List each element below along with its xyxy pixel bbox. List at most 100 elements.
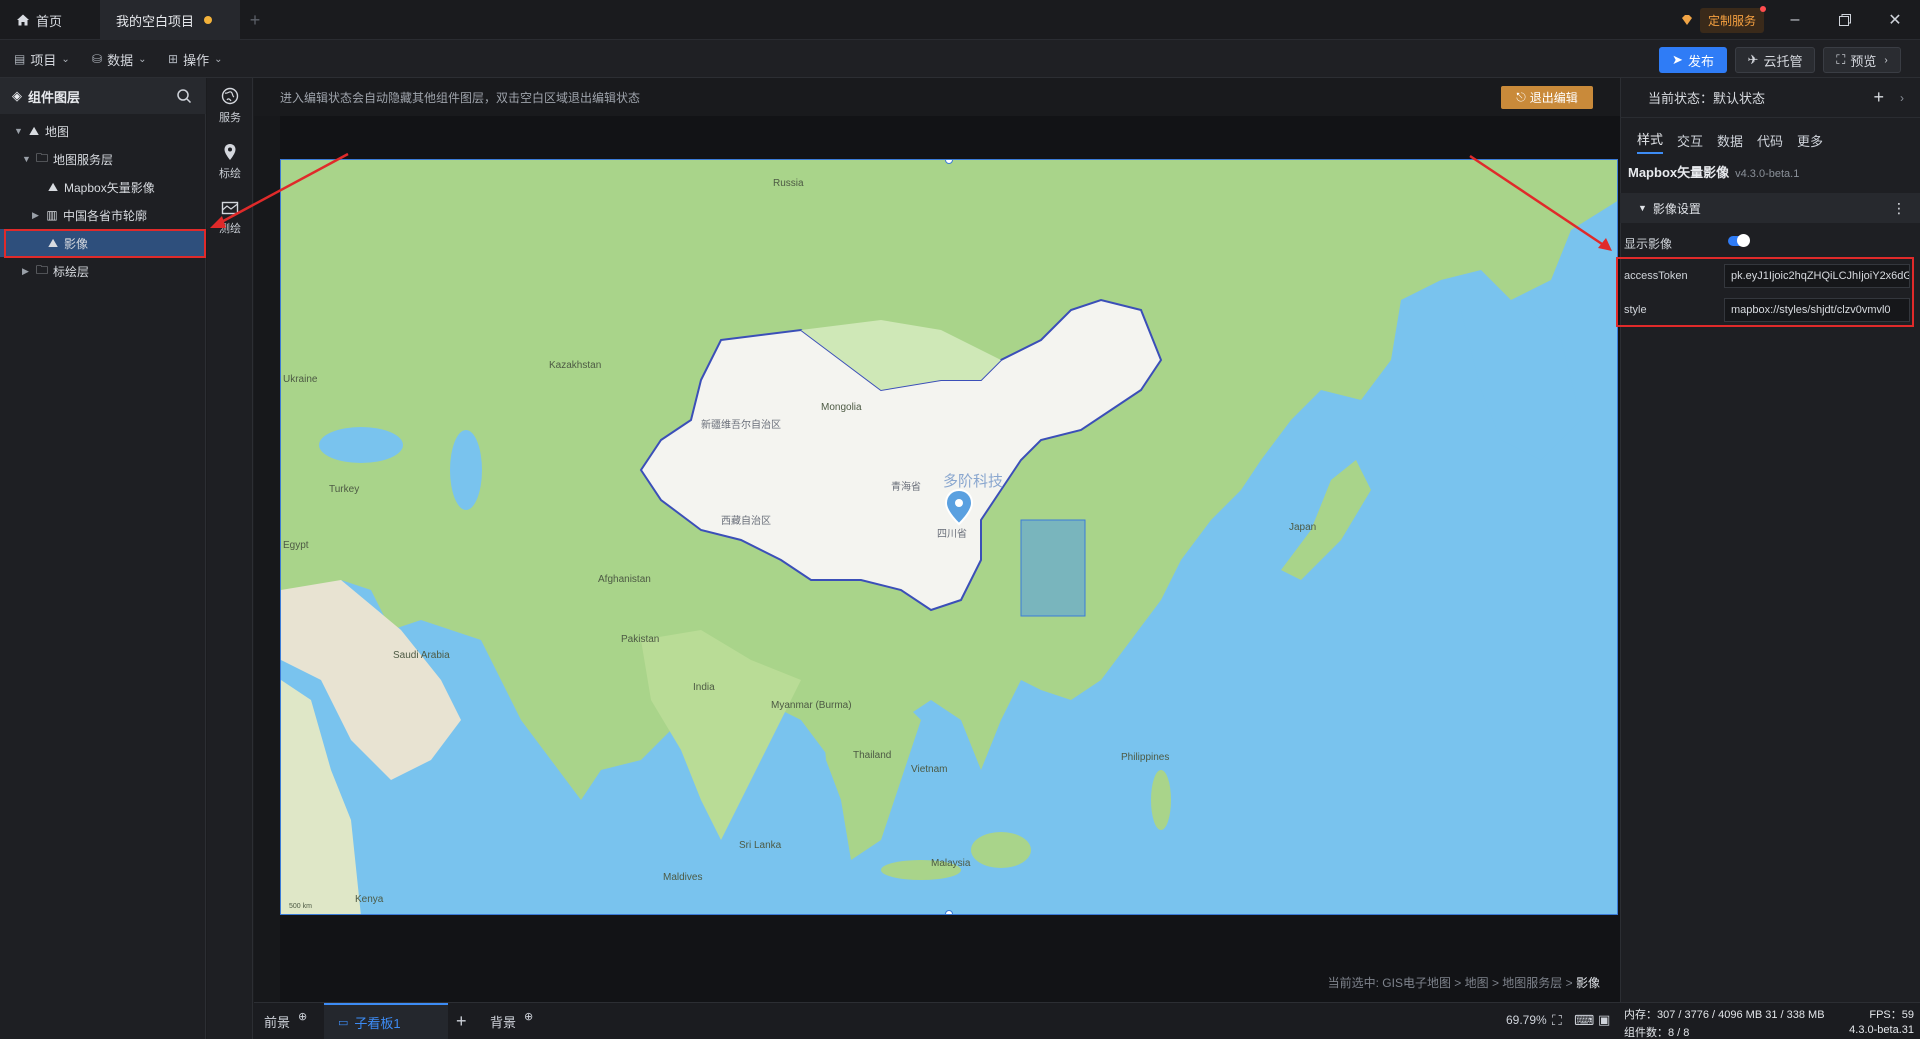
section-title: 影像设置 — [1652, 201, 1701, 216]
tool-service[interactable]: 服务 — [207, 78, 253, 134]
cloud-hosting-button[interactable]: ✈ 云托管 — [1735, 47, 1815, 73]
tab-project-label: 我的空白项目 — [116, 13, 195, 29]
breadcrumb-current: 影像 — [1575, 976, 1600, 990]
highlight-box-token-style — [1616, 257, 1914, 327]
terminal-icon[interactable]: ▣ — [1598, 1012, 1610, 1028]
map-pin-icon — [224, 144, 236, 160]
label-japan: Japan — [1289, 522, 1316, 533]
map-image: Russia Kazakhstan Mongolia India Saudi A… — [281, 160, 1617, 914]
caret-right-icon: ▶ — [22, 265, 29, 276]
restore-button[interactable] — [1825, 0, 1865, 40]
status-bar: 内存：307 / 3776 / 4096 MB 31 / 338 MB FPS：… — [1620, 1002, 1920, 1039]
add-circle-icon[interactable]: ⊕ — [298, 1010, 307, 1023]
label-ukraine: Ukraine — [283, 374, 318, 385]
chevron-down-icon: ⌄ — [214, 53, 223, 65]
label-sri-lanka: Sri Lanka — [739, 840, 782, 851]
menu-operate-label: 操作 — [183, 52, 210, 68]
edit-hint-bar: 进入编辑状态会自动隐藏其他组件图层，双击空白区域退出编辑状态 — [254, 78, 1620, 116]
tool-measure-label: 测绘 — [219, 223, 241, 235]
monitor-icon: ▭ — [338, 1017, 349, 1029]
breadcrumb-path: 当前选中: GIS电子地图 > 地图 > 地图服务层 > — [1327, 976, 1576, 990]
menu-data-label: 数据 — [107, 52, 134, 68]
tree-item-province-outline[interactable]: ▶ ▥ 中国各省市轮廓 — [0, 201, 206, 229]
preview-button[interactable]: ⛶ 预览 › — [1823, 47, 1901, 73]
add-board-button[interactable]: + — [456, 1003, 467, 1039]
menu-data[interactable]: ⛁ 数据 ⌄ — [92, 40, 146, 78]
globe-icon — [221, 87, 239, 105]
menu-bar: ▤ 项目 ⌄ ⛁ 数据 ⌄ ⊞ 操作 ⌄ — [0, 40, 1920, 78]
minimize-icon: – — [1790, 11, 1800, 28]
menu-operate[interactable]: ⊞ 操作 ⌄ — [168, 40, 222, 78]
tab-interaction[interactable]: 交互 — [1677, 126, 1703, 154]
tool-marker[interactable]: 标绘 — [207, 134, 253, 190]
tab-subboard[interactable]: ▭ 子看板1 — [324, 1003, 448, 1039]
menu-project[interactable]: ▤ 项目 ⌄ — [14, 40, 70, 78]
tool-measure[interactable]: 测绘 — [207, 190, 253, 246]
caspian-sea — [450, 430, 482, 510]
custom-service-button[interactable]: 定制服务 — [1680, 5, 1767, 33]
layers-title: 组件图层 — [28, 89, 81, 105]
title-bar: 首页 我的空白项目 + 定制服务 – ✕ — [0, 0, 1920, 40]
show-image-label: 显示影像 — [1624, 237, 1673, 251]
tab-foreground[interactable]: 前景 ⊕ — [264, 1003, 307, 1039]
exit-icon: ⎋ — [1516, 90, 1526, 104]
minimize-button[interactable]: – — [1775, 0, 1815, 40]
show-image-toggle[interactable] — [1728, 234, 1750, 247]
borneo-land — [971, 832, 1031, 868]
caret-down-icon: ▼ — [22, 154, 31, 164]
paper-plane-icon: ✈ — [1747, 52, 1759, 67]
tab-background[interactable]: 背景 ⊕ — [490, 1003, 533, 1039]
more-vertical-icon[interactable]: ⋮ — [1892, 200, 1906, 217]
label-russia: Russia — [773, 178, 804, 189]
fullscreen-icon: ⛶ — [1836, 52, 1846, 67]
add-state-icon[interactable]: + — [1873, 87, 1884, 108]
tab-style[interactable]: 样式 — [1637, 126, 1664, 154]
grid-icon: ⊞ — [168, 52, 179, 66]
label-vietnam: Vietnam — [911, 764, 948, 775]
zoom-level[interactable]: 69.79% — [1506, 1013, 1547, 1027]
tool-column: 服务 标绘 测绘 — [207, 78, 253, 1039]
tool-service-label: 服务 — [219, 112, 241, 124]
tab-project[interactable]: 我的空白项目 — [100, 0, 240, 40]
version-status: 4.3.0-beta.31 — [1849, 1024, 1914, 1036]
state-label: 当前状态：默认状态 — [1648, 91, 1766, 106]
section-image-settings[interactable]: ▼ 影像设置 ⋮ — [1620, 193, 1920, 223]
chevron-right-icon[interactable]: › — [1900, 91, 1904, 105]
tab-more[interactable]: 更多 — [1797, 126, 1823, 154]
resize-handle-bottom[interactable] — [945, 910, 953, 914]
search-icon[interactable] — [176, 88, 192, 104]
tree-item-plot-layer[interactable]: ▶ 🗀 标绘层 — [0, 257, 206, 285]
exit-edit-label: 退出编辑 — [1529, 91, 1578, 105]
tab-home[interactable]: 首页 — [16, 0, 98, 40]
exit-edit-button[interactable]: ⎋ 退出编辑 — [1501, 86, 1593, 109]
map-viewport[interactable]: Russia Kazakhstan Mongolia India Saudi A… — [280, 159, 1618, 915]
watermark-label: 多阶科技 — [943, 473, 1003, 490]
publish-button[interactable]: ➤ 发布 — [1659, 47, 1727, 73]
ruler-map-icon — [221, 201, 239, 215]
unsaved-dot-icon — [204, 16, 213, 24]
close-icon: ✕ — [1888, 12, 1902, 29]
label-xinjiang: 新疆维吾尔自治区 — [701, 418, 781, 431]
label-qinghai: 青海省 — [891, 480, 921, 493]
tree-item-map[interactable]: ▼ ⛰ 地图 — [0, 117, 206, 145]
label-malaysia: Malaysia — [931, 858, 971, 869]
tree-item-label: 中国各省市轮廓 — [63, 208, 148, 223]
label-sichuan: 四川省 — [937, 527, 967, 540]
bottom-bar: 前景 ⊕ ▭ 子看板1 + 背景 ⊕ — [254, 1002, 1620, 1039]
background-label: 背景 — [490, 1015, 517, 1030]
fit-screen-icon[interactable]: ⛶ — [1552, 1012, 1562, 1029]
tree-item-mapbox[interactable]: ⛰ Mapbox矢量影像 — [0, 173, 206, 201]
tree-item-label: 标绘层 — [53, 264, 90, 279]
add-circle-icon[interactable]: ⊕ — [524, 1010, 533, 1023]
add-tab-button[interactable]: + — [244, 0, 266, 40]
tab-data[interactable]: 数据 — [1717, 126, 1743, 154]
label-philippines: Philippines — [1121, 752, 1169, 763]
tab-code[interactable]: 代码 — [1757, 126, 1783, 154]
close-button[interactable]: ✕ — [1875, 0, 1915, 40]
current-state-row: 当前状态：默认状态 + › — [1620, 78, 1920, 118]
tree-item-map-service[interactable]: ▼ 🗀 地图服务层 — [0, 145, 206, 173]
selection-breadcrumb: 当前选中: GIS电子地图 > 地图 > 地图服务层 > 影像 — [1328, 974, 1600, 991]
keyboard-icon[interactable]: ⌨ — [1574, 1012, 1594, 1029]
menu-project-label: 项目 — [30, 52, 57, 68]
label-myanmar: Myanmar (Burma) — [771, 700, 852, 711]
